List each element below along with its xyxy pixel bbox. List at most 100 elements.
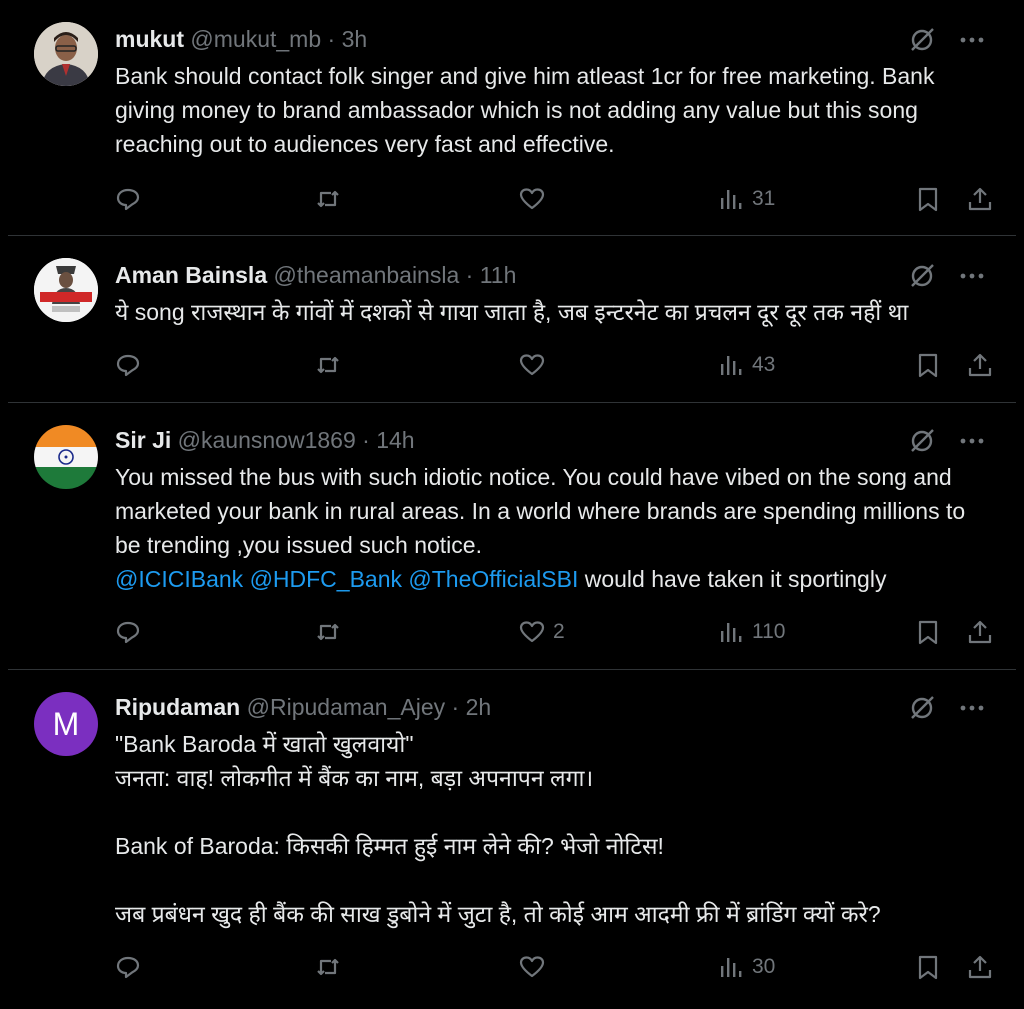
views-button[interactable]: 30 [718,950,775,984]
like-count: 2 [553,620,565,643]
share-icon [968,187,992,211]
tweet-text: "Bank Baroda में खातो खुलवायो" जनता: वाह… [115,731,881,927]
retweet-icon [317,356,339,374]
retweet-button[interactable] [315,615,341,649]
views-button[interactable]: 43 [718,348,775,382]
retweet-button[interactable] [315,348,341,382]
reply-button[interactable] [115,615,141,649]
avatar-photo [34,22,98,86]
share-button[interactable] [967,182,993,216]
avatar[interactable]: M [34,692,98,756]
like-button[interactable] [519,348,553,382]
avatar[interactable] [34,258,98,322]
like-icon [519,621,545,643]
more-icon[interactable] [958,26,986,54]
bookmark-icon [918,353,938,378]
timestamp[interactable]: 2h [466,694,492,720]
like-icon [519,188,545,210]
grok-icon[interactable] [908,427,936,455]
india-flag-avatar [34,425,98,489]
grok-icon[interactable] [908,26,936,54]
bookmark-icon [918,620,938,645]
bookmark-button[interactable] [915,950,941,984]
display-name[interactable]: Aman Bainsla [115,262,267,288]
user-handle[interactable]: @theamanbainsla [274,262,460,288]
like-button[interactable] [519,182,553,216]
views-icon [721,190,742,209]
views-icon [721,958,742,977]
views-button[interactable]: 110 [718,615,785,649]
mention-link[interactable]: @HDFC_Bank [250,566,402,592]
tweet-header: Sir Ji @kaunsnow1869 · 14h [115,427,415,453]
user-handle[interactable]: @Ripudaman_Ajey [247,694,446,720]
share-icon [968,620,992,644]
tweet-4[interactable]: M Ripudaman @Ripudaman_Ajey · 2h "Bank B… [8,670,1016,1009]
reply-button[interactable] [115,950,141,984]
more-icon[interactable] [958,694,986,722]
more-icon[interactable] [958,262,986,290]
view-count: 30 [752,955,776,978]
share-button[interactable] [967,950,993,984]
share-button[interactable] [967,348,993,382]
like-icon [519,956,545,978]
mention-link[interactable]: @TheOfficialSBI [408,566,578,592]
view-count: 110 [752,620,786,643]
bookmark-button[interactable] [915,182,941,216]
reply-button[interactable] [115,348,141,382]
avatar[interactable] [34,425,98,489]
user-handle[interactable]: @kaunsnow1869 [178,427,356,453]
share-icon [968,353,992,377]
tweet-2[interactable]: Aman Bainsla @theamanbainsla · 11h ये so… [8,236,1016,403]
tweet-1[interactable]: mukut @mukut_mb · 3h Bank should contact… [8,0,1016,236]
retweet-icon [317,190,339,208]
user-handle[interactable]: @mukut_mb [190,26,321,52]
more-icon[interactable] [958,427,986,455]
display-name[interactable]: Sir Ji [115,427,171,453]
bookmark-button[interactable] [915,348,941,382]
tweet-text-main: You missed the bus with such idiotic not… [115,464,972,558]
mention-link[interactable]: @ICICIBank [115,566,243,592]
like-button[interactable]: 2 [519,615,565,649]
bookmark-icon [918,955,938,980]
share-button[interactable] [967,615,993,649]
timestamp[interactable]: 3h [342,26,368,52]
views-icon [721,623,742,642]
tweet-3[interactable]: Sir Ji @kaunsnow1869 · 14h You missed th… [8,403,1016,670]
grok-icon[interactable] [908,694,936,722]
timestamp[interactable]: 14h [376,427,414,453]
tweet-header: Ripudaman @Ripudaman_Ajey · 2h [115,694,492,720]
tweet-text: You missed the bus with such idiotic not… [115,460,995,596]
tweet-header: Aman Bainsla @theamanbainsla · 11h [115,262,517,288]
reply-icon [116,354,140,377]
retweet-icon [317,958,339,976]
reply-button[interactable] [115,182,141,216]
tweet-text: ये song राजस्थान के गांवों में दशकों से … [115,299,909,325]
timestamp[interactable]: 11h [480,262,517,288]
view-count: 43 [752,353,776,376]
reply-icon [116,621,140,644]
tweet-text-end: would have taken it sportingly [584,566,887,592]
grok-icon[interactable] [908,262,936,290]
tweet-header: mukut @mukut_mb · 3h [115,26,368,52]
reply-icon [116,956,140,979]
avatar-photo [34,258,98,322]
action-bar: 43 [115,348,995,382]
tweet-text: Bank should contact folk singer and give… [115,63,941,157]
avatar[interactable] [34,22,98,86]
like-button[interactable] [519,950,553,984]
avatar-letter: M [52,705,80,742]
views-icon [721,356,742,375]
display-name[interactable]: Ripudaman [115,694,240,720]
retweet-button[interactable] [315,182,341,216]
bookmark-button[interactable] [915,615,941,649]
like-icon [519,354,545,376]
share-icon [968,955,992,979]
reply-icon [116,188,140,211]
action-bar: 30 [115,950,995,984]
view-count: 31 [752,187,776,210]
display-name[interactable]: mukut [115,26,184,52]
retweet-button[interactable] [315,950,341,984]
action-bar: 2 110 [115,615,995,649]
views-button[interactable]: 31 [718,182,775,216]
action-bar: 31 [115,182,995,216]
